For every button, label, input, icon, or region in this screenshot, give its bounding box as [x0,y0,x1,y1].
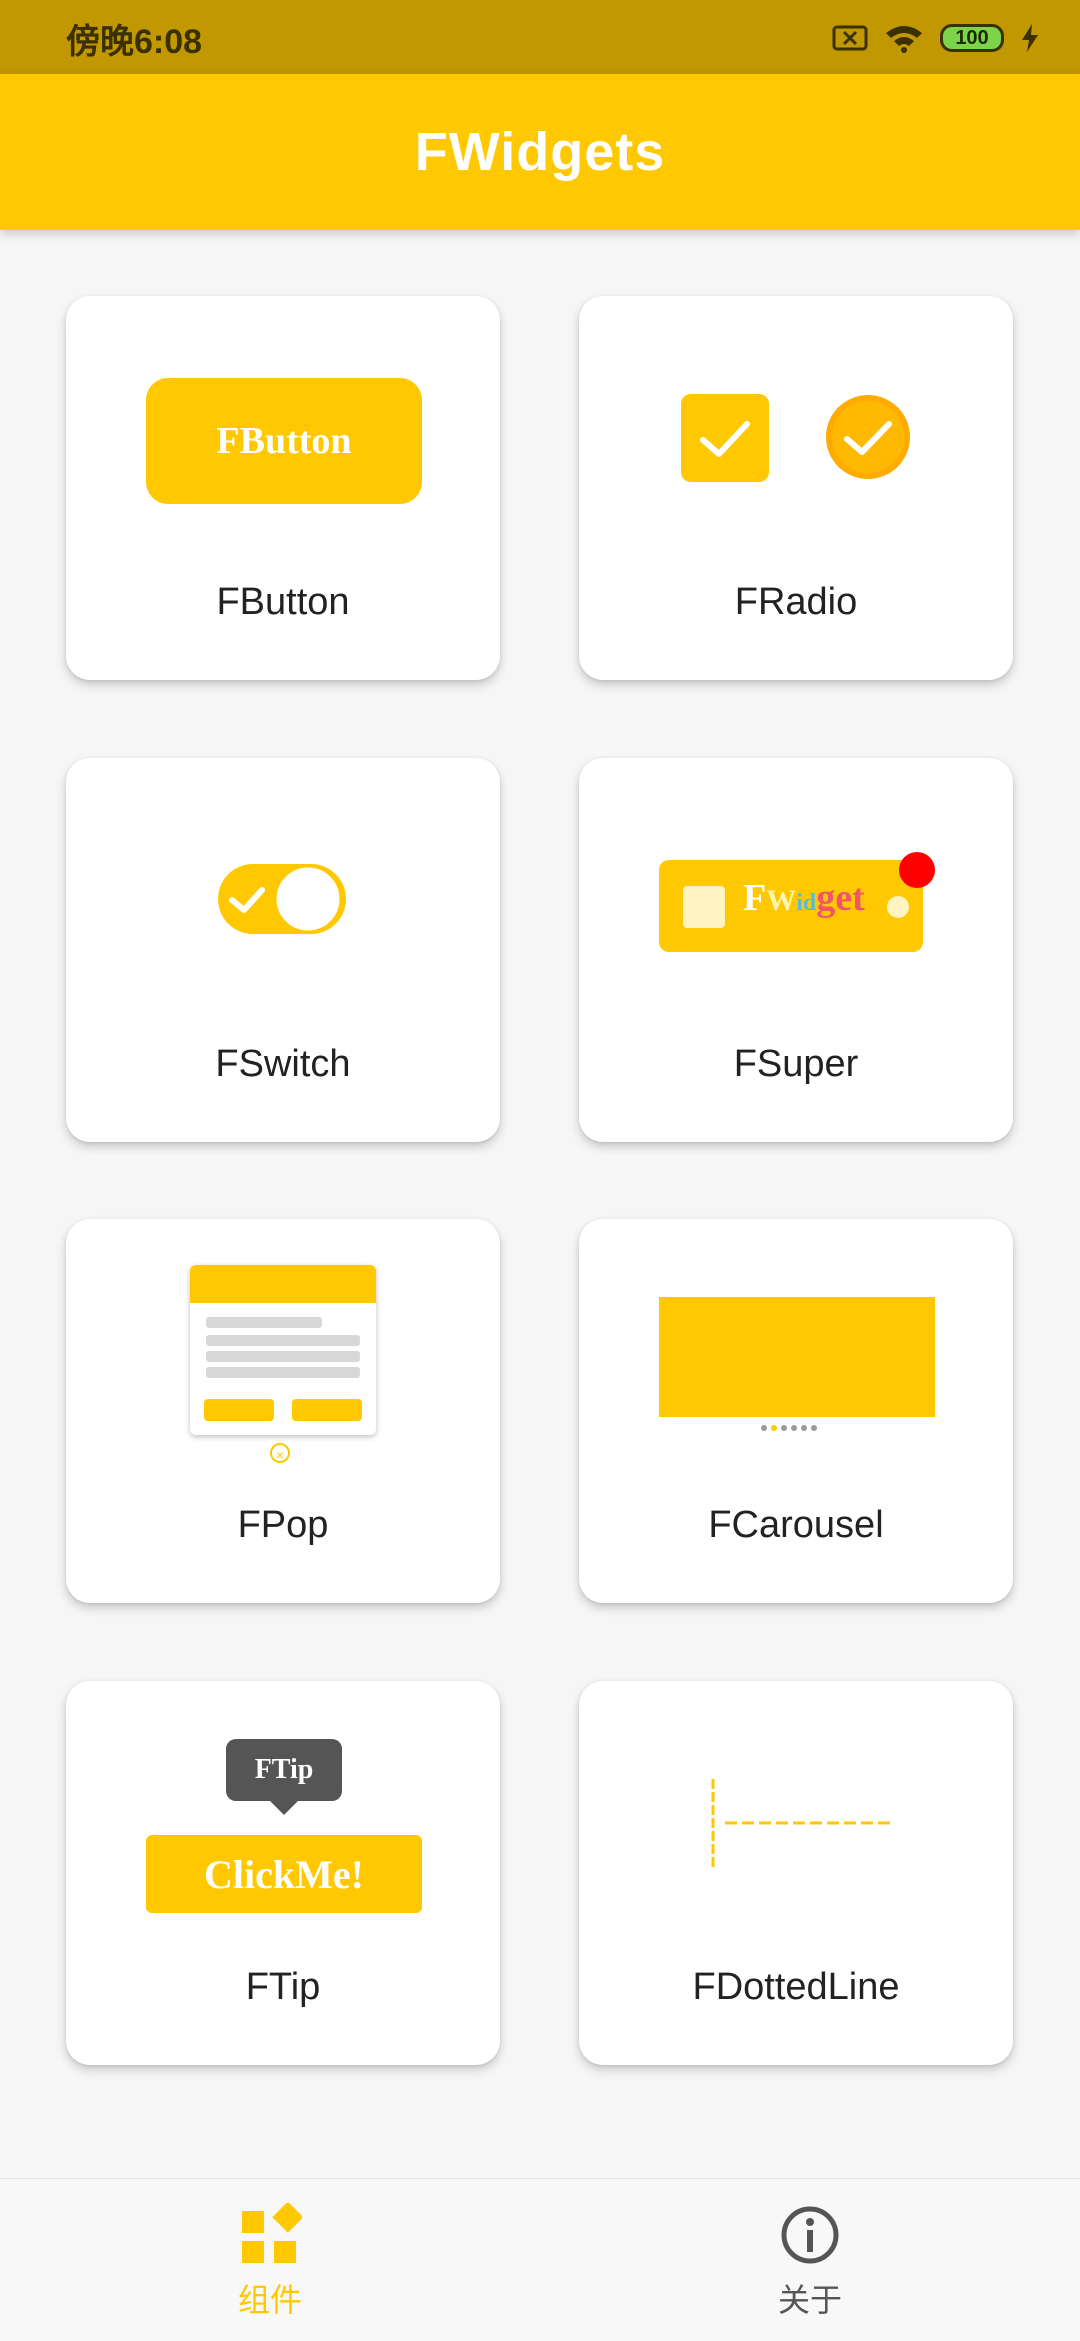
nav-item-widgets[interactable]: 组件 [0,2179,540,2341]
fradio-preview [579,296,1013,586]
card-fswitch[interactable]: FSwitch [66,758,500,1142]
close-icon: × [270,1443,290,1463]
card-label: FSwitch [215,1043,351,1085]
card-fpop[interactable]: × FPop [66,1219,500,1603]
sim-x-icon [832,25,868,51]
carousel-slide [659,1297,935,1417]
fsuper-text: FWidget [743,877,865,919]
popup-dialog-icon [190,1265,376,1435]
card-fcarousel[interactable]: FCarousel [579,1219,1013,1603]
fsuper-dot [887,896,909,918]
card-label: FTip [245,1966,321,2008]
ftip-preview: FTip ClickMe! [66,1681,500,1971]
switch-on-icon [218,864,346,934]
app-bar: FWidgets [0,74,1080,230]
fbutton-sample: FButton [146,378,422,504]
radio-checked-icon [826,395,910,479]
card-label: FRadio [734,581,858,623]
card-label: FButton [216,581,350,623]
red-badge [899,852,935,888]
widgets-icon [242,2203,302,2263]
fpop-preview: × [66,1219,500,1509]
card-fbutton[interactable]: FButton FButton [66,296,500,680]
card-fsuper[interactable]: FWidget FSuper [579,758,1013,1142]
nav-label-widgets: 组件 [237,2282,302,2318]
tooltip-bubble: FTip [226,1739,342,1801]
status-time: 傍晚6:08 [66,23,203,61]
bottom-nav: 组件 关于 [0,2178,1080,2341]
card-label: FDottedLine [692,1966,900,2008]
nav-item-about[interactable]: 关于 [540,2179,1080,2341]
card-ftip[interactable]: FTip ClickMe! FTip [66,1681,500,2065]
tooltip-arrow [270,1801,298,1815]
fsuper-square [683,886,725,928]
card-label: FCarousel [708,1504,884,1546]
fswitch-preview [66,758,500,1048]
fsuper-preview: FWidget [579,758,1013,1048]
battery-icon: 100 [940,24,1004,52]
card-fradio[interactable]: FRadio [579,296,1013,680]
charging-bolt-icon [1022,24,1038,52]
clickme-sample: ClickMe! [146,1835,422,1913]
fcarousel-preview [579,1219,1013,1509]
nav-label-about: 关于 [777,2282,842,2318]
dotted-line-icon [711,1779,895,1867]
fsuper-sample: FWidget [659,860,923,952]
card-label: FSuper [733,1043,859,1085]
fbutton-preview: FButton [66,296,500,586]
card-fdottedline[interactable]: FDottedLine [579,1681,1013,2065]
carousel-indicator [761,1425,817,1431]
wifi-icon [886,26,922,53]
info-icon [781,2206,839,2264]
fdottedline-preview [579,1681,1013,1971]
app-title: FWidgets [414,122,666,182]
status-bar: 傍晚6:08 100 [0,0,1080,74]
card-label: FPop [237,1504,329,1546]
status-icons: 100 [832,14,1040,62]
checkbox-checked-icon [681,394,769,482]
